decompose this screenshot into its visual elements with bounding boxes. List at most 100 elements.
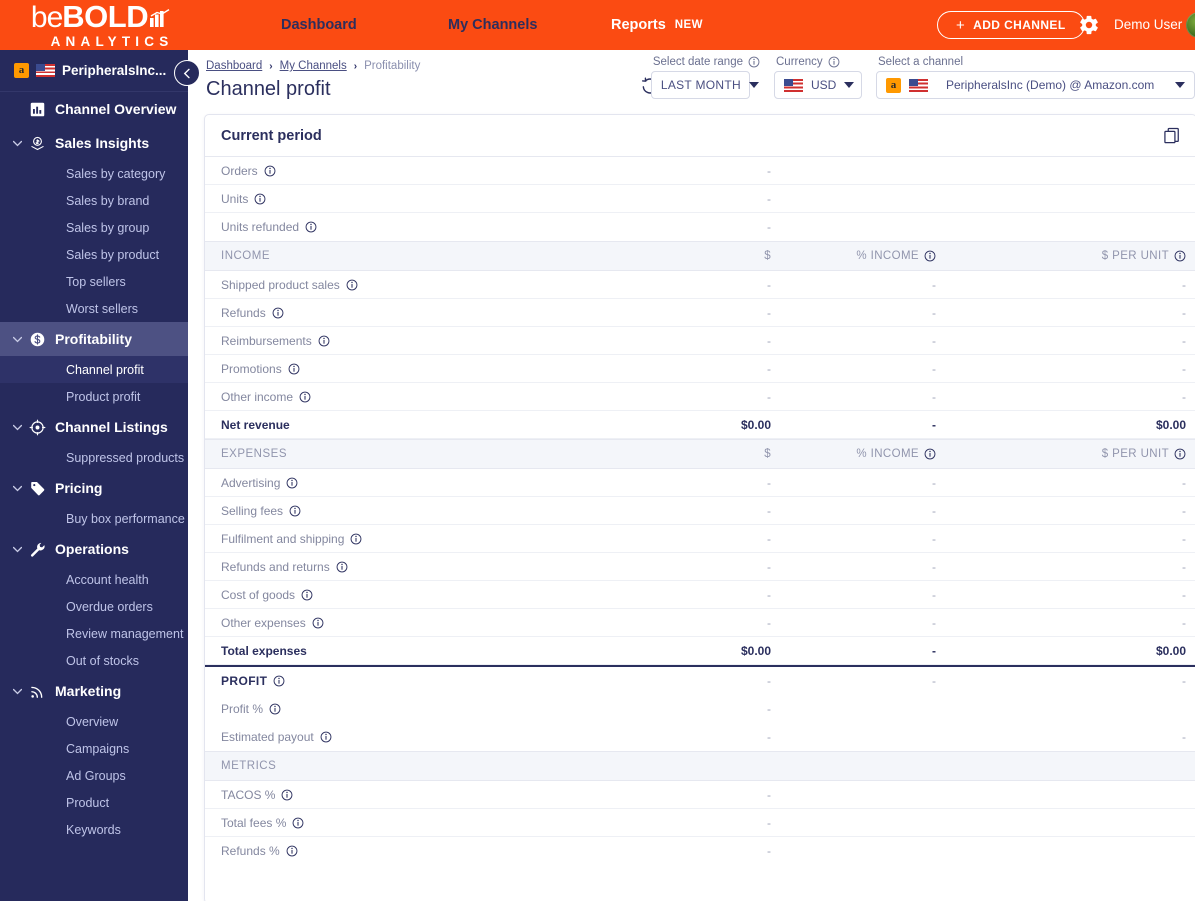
gear-icon[interactable] <box>1078 14 1100 36</box>
sidebar-item-keywords[interactable]: Keywords <box>0 816 188 843</box>
sidebar-item-overview[interactable]: Overview <box>0 708 188 735</box>
sidebar-section: Marketing Overview Campaigns Ad Groups Produ… <box>0 674 188 843</box>
sidebar-item-product-profit[interactable]: Product profit <box>0 383 188 410</box>
avatar[interactable] <box>1186 12 1195 38</box>
info-icon[interactable] <box>286 477 298 489</box>
app-logo[interactable]: be BOLD ANALYTICS <box>0 0 188 50</box>
table-row: Refunds % - <box>205 837 1195 865</box>
nav-item-dashboard[interactable]: Dashboard <box>281 17 357 33</box>
cell-amount: - <box>767 361 771 376</box>
info-icon[interactable] <box>1174 250 1186 262</box>
cell-per-unit: - <box>1182 531 1186 546</box>
breadcrumb-item-dashboard[interactable]: Dashboard <box>206 60 262 72</box>
breadcrumb-item-my-channels[interactable]: My Channels <box>280 60 347 72</box>
info-icon[interactable] <box>301 589 313 601</box>
info-icon[interactable] <box>305 221 317 233</box>
sidebar-item-sales-by-group[interactable]: Sales by group <box>0 214 188 241</box>
dollar-circle-icon <box>24 331 50 348</box>
date-range-select[interactable]: LAST MONTH <box>650 71 759 99</box>
sidebar-item-channel-overview[interactable]: Channel Overview <box>0 92 188 126</box>
sidebar-item-review-management[interactable]: Review management <box>0 620 188 647</box>
info-icon[interactable] <box>273 675 285 687</box>
logo-bold-text: BOLD <box>62 0 149 34</box>
sidebar-item-worst-sellers[interactable]: Worst sellers <box>0 295 188 322</box>
info-icon[interactable] <box>272 307 284 319</box>
sidebar-item-ad-groups[interactable]: Ad Groups <box>0 762 188 789</box>
sidebar-item-operations[interactable]: Operations <box>0 532 188 566</box>
add-channel-button[interactable]: + ADD CHANNEL <box>937 11 1085 39</box>
col-header-amount: $ <box>764 448 771 460</box>
sidebar-item-suppressed-products[interactable]: Suppressed products <box>0 444 188 471</box>
top-navigation-bar: be BOLD ANALYTICS Dashboard My Channels <box>0 0 1195 50</box>
sidebar-item-sales-insights[interactable]: Sales Insights <box>0 126 188 160</box>
cell-per-unit: - <box>1182 475 1186 490</box>
chevron-down-icon[interactable] <box>10 336 24 343</box>
row-cells: - <box>276 157 1195 184</box>
info-icon[interactable] <box>286 845 298 857</box>
section-cells: $ % INCOME $ PER UNIT <box>287 440 1195 468</box>
logo-subtitle: ANALYTICS <box>50 34 174 49</box>
cell-pct-income: - <box>932 277 936 292</box>
info-icon[interactable] <box>299 391 311 403</box>
sidebar-item-product[interactable]: Product <box>0 789 188 816</box>
row-cells: --- <box>358 271 1195 298</box>
sidebar-item-top-sellers[interactable]: Top sellers <box>0 268 188 295</box>
info-icon[interactable] <box>254 193 266 205</box>
info-icon[interactable] <box>264 165 276 177</box>
sidebar-item-channel-profit[interactable]: Channel profit <box>0 356 188 383</box>
info-icon[interactable] <box>924 448 936 460</box>
sidebar-item-marketing[interactable]: Marketing <box>0 674 188 708</box>
cell-per-unit: - <box>1182 389 1186 404</box>
sidebar-item-sales-by-category[interactable]: Sales by category <box>0 160 188 187</box>
sidebar-item-account-health[interactable]: Account health <box>0 566 188 593</box>
info-icon[interactable] <box>350 533 362 545</box>
info-icon[interactable] <box>269 703 281 715</box>
cell-amount: - <box>767 163 771 178</box>
row-label: Advertising <box>221 476 298 490</box>
channel-select[interactable]: a PeripheralsInc (Demo) @ Amazon.com <box>876 71 1195 99</box>
info-icon[interactable] <box>292 817 304 829</box>
cell-amount: - <box>767 333 771 348</box>
info-icon[interactable] <box>320 731 332 743</box>
copy-icon[interactable] <box>1162 126 1182 146</box>
info-icon[interactable] <box>346 279 358 291</box>
sidebar-item-campaigns[interactable]: Campaigns <box>0 735 188 762</box>
sidebar-collapse-button[interactable] <box>174 60 200 86</box>
chevron-down-icon[interactable] <box>10 546 24 553</box>
info-icon[interactable] <box>924 250 936 262</box>
info-icon[interactable] <box>288 363 300 375</box>
sidebar-item-out-of-stocks[interactable]: Out of stocks <box>0 647 188 674</box>
currency-select[interactable]: USD <box>774 71 862 99</box>
sidebar-item-overdue-orders[interactable]: Overdue orders <box>0 593 188 620</box>
chevron-down-icon[interactable] <box>10 140 24 147</box>
sidebar-item-sales-by-product[interactable]: Sales by product <box>0 241 188 268</box>
chevron-down-icon[interactable] <box>10 424 24 431</box>
sidebar-item-pricing[interactable]: Pricing <box>0 471 188 505</box>
row-label: TACOS % <box>221 788 293 802</box>
chevron-down-icon[interactable] <box>10 485 24 492</box>
info-icon[interactable] <box>312 617 324 629</box>
row-label-text: Units refunded <box>221 220 300 234</box>
info-icon[interactable] <box>828 56 840 68</box>
sidebar-item-sales-by-brand[interactable]: Sales by brand <box>0 187 188 214</box>
user-name-label[interactable]: Demo User <box>1114 17 1182 32</box>
table-row: Cost of goods - - - <box>205 581 1195 609</box>
cell-pct-income: - <box>932 559 936 574</box>
info-icon[interactable] <box>748 56 760 68</box>
sidebar-item-profitability[interactable]: Profitability <box>0 322 188 356</box>
sidebar-section-label: Channel Overview <box>55 101 177 117</box>
sidebar-account-selector[interactable]: a PeripheralsInc... <box>0 50 188 92</box>
info-icon[interactable] <box>289 505 301 517</box>
nav-item-reports[interactable]: Reports NEW <box>611 17 703 33</box>
info-icon[interactable] <box>336 561 348 573</box>
nav-item-my-channels[interactable]: My Channels <box>448 17 537 33</box>
chevron-down-icon[interactable] <box>10 688 24 695</box>
chevron-down-icon <box>844 82 855 88</box>
sidebar-item-buy-box-performance[interactable]: Buy box performance <box>0 505 188 532</box>
info-icon[interactable] <box>318 335 330 347</box>
info-icon[interactable] <box>281 789 293 801</box>
info-icon[interactable] <box>1174 448 1186 460</box>
sidebar-item-channel-listings[interactable]: Channel Listings <box>0 410 188 444</box>
row-cells: - <box>266 185 1195 212</box>
table-row: Promotions - - - <box>205 355 1195 383</box>
